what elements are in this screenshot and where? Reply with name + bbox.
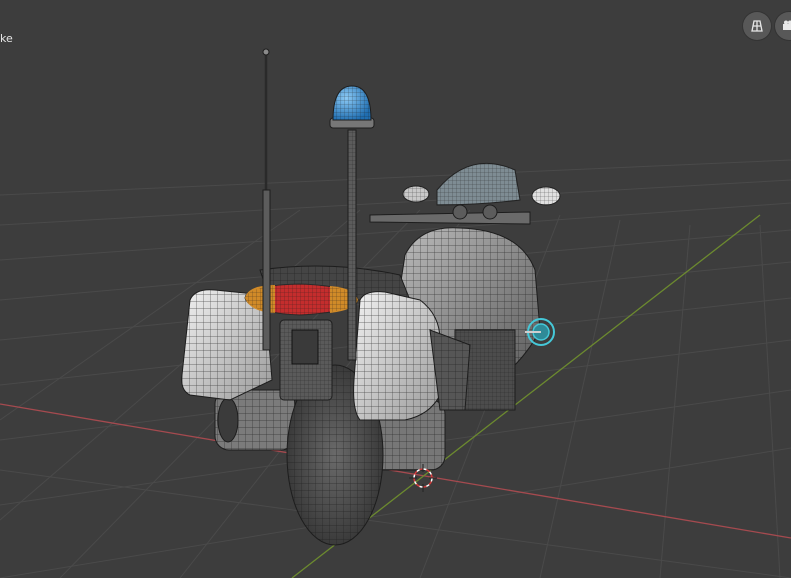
grid-icon (751, 20, 763, 32)
front-section (369, 162, 561, 225)
antenna (262, 48, 271, 351)
object-name-label: ke (0, 32, 13, 45)
camera-icon (783, 20, 791, 30)
tail-light (244, 283, 359, 316)
toggle-grid-view-button[interactable] (743, 12, 771, 40)
license-plate (279, 319, 333, 401)
3d-viewport[interactable]: ke (0, 0, 791, 578)
viewport-scene[interactable] (0, 0, 791, 578)
